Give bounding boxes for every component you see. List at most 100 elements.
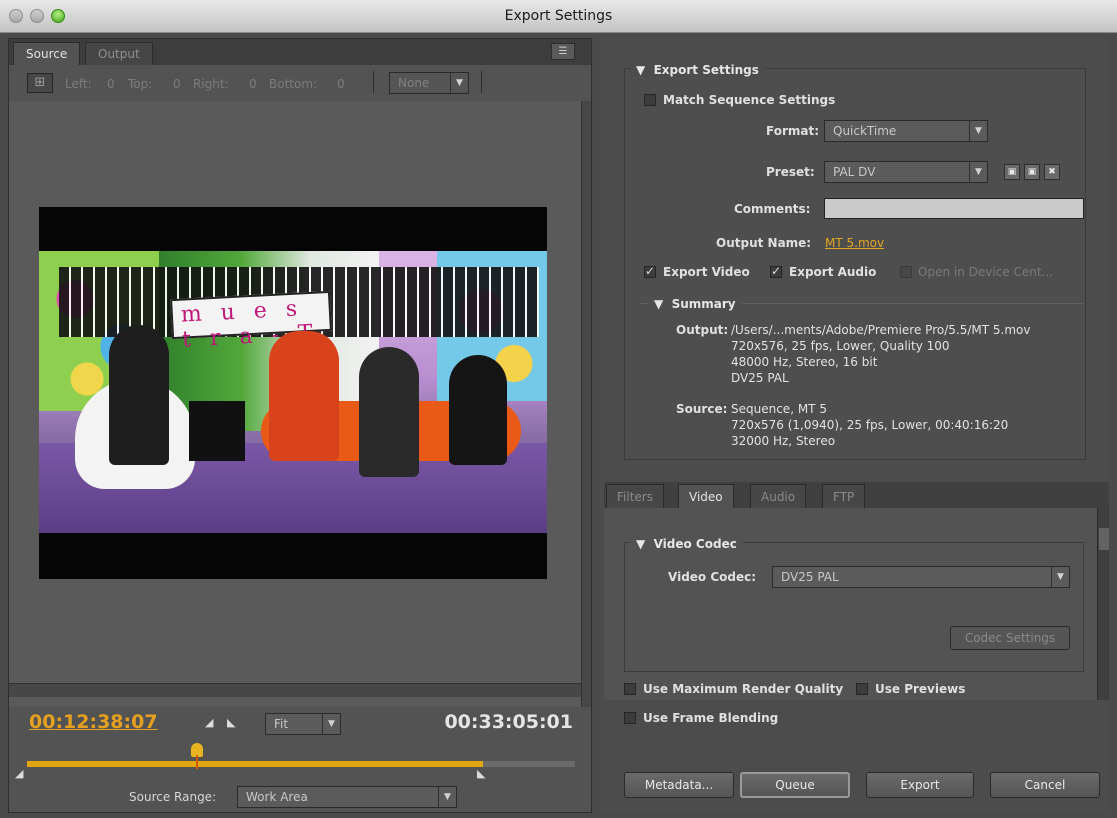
queue-button[interactable]: Queue: [740, 772, 850, 798]
duration-timecode: 00:33:05:01: [444, 711, 573, 733]
preset-value: PAL DV: [833, 165, 876, 179]
guest-figure: [359, 347, 419, 477]
toolbar-divider: [481, 71, 482, 93]
set-table: [189, 401, 245, 461]
open-device-central-checkbox[interactable]: [900, 266, 912, 278]
output-name-link[interactable]: MT 5.mov: [825, 236, 884, 250]
crop-aspect-dropdown[interactable]: None ▼: [389, 72, 469, 94]
video-codec-group: [624, 542, 1084, 672]
chevron-down-icon: ▼: [969, 162, 987, 182]
timeline-track[interactable]: [27, 761, 575, 767]
metadata-button[interactable]: Metadata...: [624, 772, 734, 798]
viewer-horizontal-scrollbar[interactable]: [9, 683, 581, 697]
comments-input[interactable]: [824, 198, 1084, 219]
video-codec-heading[interactable]: ▼ Video Codec: [630, 537, 743, 551]
chevron-down-icon: ▼: [1051, 567, 1069, 587]
crop-left-label: Left:: [65, 77, 92, 91]
source-range-value: Work Area: [246, 790, 308, 804]
scrollbar-thumb[interactable]: [1099, 528, 1109, 550]
summary-output-text: /Users/...ments/Adobe/Premiere Pro/5.5/M…: [731, 323, 1031, 385]
video-frame: m u e s t r a - T: [39, 207, 547, 579]
chevron-down-icon: ▼: [322, 714, 340, 734]
max-render-quality-checkbox[interactable]: [624, 683, 636, 695]
tab-ftp[interactable]: FTP: [822, 484, 866, 508]
export-video-checkbox[interactable]: [644, 264, 656, 278]
match-sequence-label: Match Sequence Settings: [663, 93, 836, 107]
preset-label: Preset:: [766, 165, 815, 179]
settings-panel: ▼ Export Settings Match Sequence Setting…: [600, 38, 1109, 813]
format-value: QuickTime: [833, 124, 897, 138]
tab-output[interactable]: Output: [85, 42, 153, 65]
crop-top-value[interactable]: 0: [173, 77, 181, 91]
export-settings-heading[interactable]: ▼ Export Settings: [630, 63, 765, 77]
export-video-label: Export Video: [663, 265, 750, 279]
source-range-label: Source Range:: [129, 790, 217, 804]
cancel-button[interactable]: Cancel: [990, 772, 1100, 798]
crop-bottom-value[interactable]: 0: [337, 77, 345, 91]
source-range-dropdown[interactable]: Work Area ▼: [237, 786, 457, 808]
crop-right-label: Right:: [193, 77, 229, 91]
export-audio-checkbox[interactable]: [770, 264, 782, 278]
format-dropdown[interactable]: QuickTime ▼: [824, 120, 988, 142]
source-output-tabs: Source Output ☰: [9, 39, 591, 65]
max-render-quality-label: Use Maximum Render Quality: [643, 682, 844, 696]
export-button[interactable]: Export: [866, 772, 974, 798]
crop-top-label: Top:: [128, 77, 153, 91]
export-settings-heading-text: Export Settings: [653, 63, 759, 77]
video-codec-label: Video Codec:: [668, 570, 757, 584]
chevron-down-icon: ▼: [450, 73, 468, 93]
tab-filters[interactable]: Filters: [606, 484, 664, 508]
import-preset-icon[interactable]: ▣: [1024, 164, 1040, 180]
window-title: Export Settings: [504, 8, 613, 24]
in-point-marker-icon[interactable]: ◢: [15, 767, 23, 780]
video-codec-dropdown[interactable]: DV25 PAL ▼: [772, 566, 1070, 588]
preset-dropdown[interactable]: PAL DV ▼: [824, 161, 988, 183]
preview-viewer: m u e s t r a - T: [9, 101, 581, 707]
codec-settings-button[interactable]: Codec Settings: [950, 626, 1070, 650]
crop-icon[interactable]: ⊞: [27, 73, 53, 93]
current-timecode[interactable]: 00:12:38:07: [29, 711, 158, 733]
chevron-down-icon: ▼: [438, 787, 456, 807]
video-codec-value: DV25 PAL: [781, 570, 839, 584]
source-panel: Source Output ☰ ⊞ Left: 0 Top: 0 Right: …: [8, 38, 592, 813]
format-label: Format:: [766, 124, 820, 138]
out-point-marker-icon[interactable]: ◣: [477, 767, 485, 780]
export-audio-label: Export Audio: [789, 265, 877, 279]
export-settings-window: Export Settings Source Output ☰ ⊞ Left: …: [0, 0, 1117, 818]
settings-vertical-scrollbar[interactable]: [1097, 508, 1109, 700]
guest-figure: [269, 331, 339, 461]
panel-menu-icon[interactable]: ☰: [551, 43, 575, 60]
crop-bottom-label: Bottom:: [269, 77, 318, 91]
save-preset-icon[interactable]: ▣: [1004, 164, 1020, 180]
viewer-vertical-scrollbar[interactable]: [581, 101, 591, 707]
comments-label: Comments:: [734, 202, 811, 216]
use-previews-checkbox[interactable]: [856, 683, 868, 695]
crop-right-value[interactable]: 0: [249, 77, 257, 91]
summary-output-label: Output:: [676, 323, 729, 337]
zoom-value: Fit: [274, 717, 289, 731]
summary-heading-text: Summary: [671, 297, 736, 311]
crop-aspect-value: None: [398, 76, 430, 90]
zoom-dropdown[interactable]: Fit ▼: [265, 713, 341, 735]
tab-source[interactable]: Source: [13, 42, 81, 65]
presenter-figure: [109, 325, 169, 465]
summary-source-label: Source:: [676, 402, 728, 416]
video-preview-image: m u e s t r a - T: [39, 251, 547, 533]
crop-left-value[interactable]: 0: [107, 77, 115, 91]
toolbar-divider: [373, 71, 374, 93]
chevron-down-icon: ▼: [969, 121, 987, 141]
work-area-range: [27, 761, 483, 767]
guest-figure: [449, 355, 507, 465]
delete-preset-icon[interactable]: ✖: [1044, 164, 1060, 180]
summary-source-text: Sequence, MT 5 720x576 (1,0940), 25 fps,…: [731, 402, 1009, 448]
open-device-central-label: Open in Device Cent...: [918, 265, 1053, 279]
tab-video[interactable]: Video: [678, 484, 734, 508]
set-in-point-icon[interactable]: ◢: [205, 716, 213, 729]
tab-audio[interactable]: Audio: [750, 484, 807, 508]
match-sequence-checkbox[interactable]: [644, 94, 656, 106]
crop-toolbar: ⊞ Left: 0 Top: 0 Right: 0 Bottom: 0 None…: [9, 65, 591, 101]
summary-heading[interactable]: ▼ Summary: [648, 297, 742, 311]
frame-blending-checkbox[interactable]: [624, 712, 636, 724]
set-out-point-icon[interactable]: ◣: [227, 716, 235, 729]
settings-tabs: Filters Video Audio FTP: [604, 482, 1109, 508]
